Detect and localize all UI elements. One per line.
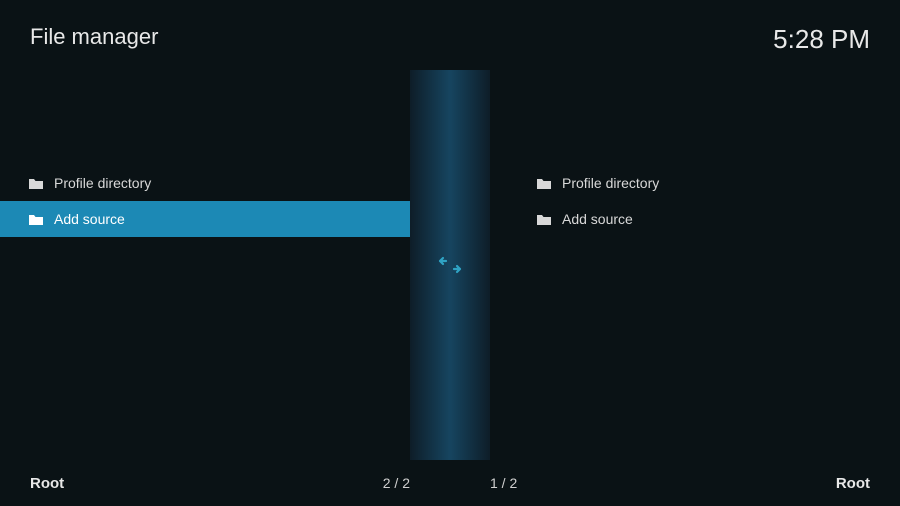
list-item-label: Add source — [54, 211, 125, 227]
folder-icon — [536, 213, 552, 225]
folder-icon — [28, 177, 44, 189]
footer: Root 2 / 2 1 / 2 Root — [0, 460, 900, 506]
clock: 5:28 PM — [773, 24, 870, 55]
footer-right: 1 / 2 Root — [490, 475, 870, 492]
footer-left-counter: 2 / 2 — [383, 475, 410, 491]
left-panel: Profile directory Add source — [0, 70, 410, 460]
list-item-add-source[interactable]: Add source — [0, 201, 410, 237]
list-item-profile-directory[interactable]: Profile directory — [0, 165, 410, 201]
folder-icon — [536, 177, 552, 189]
list-item-add-source[interactable]: Add source — [490, 201, 900, 237]
page-title: File manager — [30, 24, 158, 50]
list-item-label: Profile directory — [54, 175, 151, 191]
list-item-label: Profile directory — [562, 175, 659, 191]
folder-icon — [28, 213, 44, 225]
footer-left: Root 2 / 2 — [30, 475, 410, 492]
main-content: Profile directory Add source Profile dir… — [0, 70, 900, 460]
list-item-profile-directory[interactable]: Profile directory — [490, 165, 900, 201]
header: File manager 5:28 PM — [0, 0, 900, 70]
footer-right-label: Root — [836, 475, 870, 492]
transfer-arrows-icon — [436, 255, 464, 275]
footer-right-counter: 1 / 2 — [490, 475, 517, 491]
panel-divider — [410, 70, 490, 460]
footer-left-label: Root — [30, 475, 64, 492]
right-panel: Profile directory Add source — [490, 70, 900, 460]
list-item-label: Add source — [562, 211, 633, 227]
